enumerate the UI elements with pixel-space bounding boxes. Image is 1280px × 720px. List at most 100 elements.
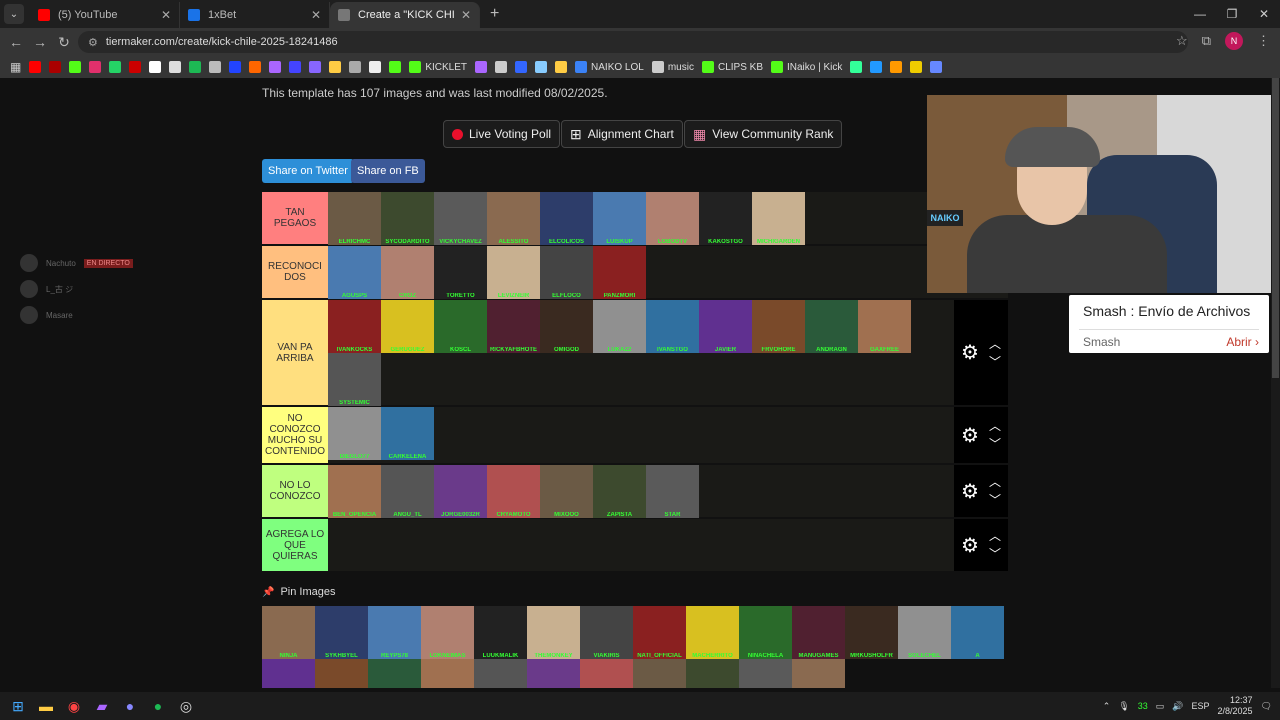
tier-item-image[interactable]: ANGU_TL bbox=[381, 465, 434, 518]
bookmark-icon[interactable] bbox=[930, 61, 943, 73]
bookmark-icon[interactable] bbox=[129, 61, 142, 73]
tier-label[interactable]: RECONOCI DOS bbox=[262, 246, 328, 298]
bookmark-icon[interactable] bbox=[535, 61, 548, 73]
tier-label[interactable]: NO CONOZCO MUCHO SU CONTENIDO bbox=[262, 407, 328, 463]
bookmark-item[interactable]: KICKLET bbox=[409, 61, 467, 73]
tier-item-image[interactable]: GAXFREE bbox=[858, 300, 911, 353]
tier-item-image[interactable]: K bbox=[792, 659, 845, 688]
tier-item-image[interactable]: MRKUSHOLFR bbox=[845, 606, 898, 659]
bookmark-star-icon[interactable]: ☆ bbox=[1176, 33, 1188, 49]
live-voting-poll-button[interactable]: Live Voting Poll bbox=[443, 120, 561, 148]
volume-icon[interactable]: 🔊 bbox=[1172, 701, 1183, 712]
restore-button[interactable]: ❐ bbox=[1216, 0, 1248, 28]
tier-item-image[interactable]: LEVIZNEIR bbox=[487, 246, 540, 299]
browser-tab[interactable]: 1xBet ✕ bbox=[180, 2, 330, 28]
tier-item-image[interactable]: KAKOSTGO bbox=[699, 192, 752, 245]
tier-item-image[interactable]: G bbox=[527, 659, 580, 688]
tier-items[interactable]: DIEGLO77 CARKELENA bbox=[328, 407, 1008, 463]
live-channel[interactable]: Masare bbox=[20, 302, 133, 328]
tier-item-image[interactable]: LUKAZ2 bbox=[593, 300, 646, 353]
spotify-icon[interactable]: ● bbox=[144, 692, 172, 720]
bookmark-icon[interactable] bbox=[109, 61, 122, 73]
tier-item-image[interactable]: NATI_OFFICIAL bbox=[633, 606, 686, 659]
tier-item-image[interactable]: FRVOHORE bbox=[752, 300, 805, 353]
tier-item-image[interactable]: BONNIOS bbox=[580, 659, 633, 688]
tier-item-image[interactable]: I bbox=[686, 659, 739, 688]
gear-icon[interactable]: ⚙ bbox=[961, 423, 979, 448]
tier-item-image[interactable]: TORETTO bbox=[434, 246, 487, 299]
tier-item-image[interactable]: MANUGAMES bbox=[792, 606, 845, 659]
clock[interactable]: 12:37 2/8/2025 bbox=[1218, 695, 1253, 717]
bookmark-icon[interactable] bbox=[870, 61, 883, 73]
chevron-down-icon[interactable]: ﹀ bbox=[989, 545, 1001, 563]
back-icon[interactable]: ← bbox=[4, 34, 28, 50]
bookmark-icon[interactable] bbox=[229, 61, 242, 73]
close-tab-icon[interactable]: ✕ bbox=[461, 8, 471, 22]
tier-label[interactable]: AGREGA LO QUE QUIERAS bbox=[262, 519, 328, 571]
tier-item-image[interactable]: B bbox=[262, 659, 315, 688]
tier-item-image[interactable]: CARKELENA bbox=[381, 407, 434, 460]
browser-tab[interactable]: (5) YouTube ✕ bbox=[30, 2, 180, 28]
gear-icon[interactable]: ⚙ bbox=[961, 533, 979, 558]
tier-item-image[interactable]: SYCODARDITO bbox=[381, 192, 434, 245]
tier-item-image[interactable]: SYSTEMIC bbox=[328, 353, 381, 406]
tier-item-image[interactable]: OMIGOD bbox=[540, 300, 593, 353]
tier-item-image[interactable]: GERUGUEZ bbox=[381, 300, 434, 353]
bookmark-icon[interactable] bbox=[29, 61, 42, 73]
tier-items[interactable]: BEN_OPENCIA ANGU_TL JORGE0032R CRYAMOTO MIXO… bbox=[328, 465, 1008, 518]
tier-item-image[interactable]: F bbox=[474, 659, 527, 688]
chevron-up-icon[interactable]: ︿ bbox=[989, 473, 1001, 491]
forward-icon[interactable]: → bbox=[28, 34, 52, 50]
tier-item-image[interactable]: H bbox=[633, 659, 686, 688]
tier-item-image[interactable]: NINJA bbox=[262, 606, 315, 659]
bookmark-item[interactable]: INaiko | Kick bbox=[771, 61, 842, 73]
tier-item-image[interactable]: ALESSITO bbox=[487, 192, 540, 245]
share-fb-button[interactable]: Share on FB bbox=[351, 159, 425, 183]
bookmark-icon[interactable] bbox=[169, 61, 182, 73]
chevron-down-icon[interactable]: ﹀ bbox=[989, 435, 1001, 453]
chevron-up-icon[interactable]: ︿ bbox=[989, 417, 1001, 435]
chevron-up-icon[interactable]: ︿ bbox=[989, 527, 1001, 545]
url-bar[interactable]: ⚙ tiermaker.com/create/kick-chile-2025-1… bbox=[78, 31, 1188, 53]
live-channel[interactable]: L_古 ジ bbox=[20, 276, 133, 302]
browser-menu-icon[interactable]: ⋮ bbox=[1257, 33, 1270, 49]
tier-item-image[interactable]: MICHIGARDEN bbox=[752, 192, 805, 245]
tier-item-image[interactable]: ELFLOCO bbox=[540, 246, 593, 299]
chevron-down-icon[interactable]: ﹀ bbox=[989, 491, 1001, 509]
tier-item-image[interactable]: A bbox=[951, 606, 1004, 659]
browser-tab[interactable]: Create a "KICK CHILE 2025" Tie ✕ bbox=[330, 2, 480, 28]
tier-item-image[interactable]: J bbox=[739, 659, 792, 688]
tier-item-image[interactable]: D bbox=[368, 659, 421, 688]
tier-item-image[interactable]: MIXOOO bbox=[540, 465, 593, 518]
tier-item-image[interactable]: SYKHBYEL bbox=[315, 606, 368, 659]
apps-icon[interactable]: ▦ bbox=[10, 60, 21, 74]
close-tab-icon[interactable]: ✕ bbox=[311, 8, 321, 22]
bookmark-icon[interactable] bbox=[149, 61, 162, 73]
tier-item-image[interactable]: LUISKUP bbox=[593, 192, 646, 245]
tier-item-image[interactable]: ELCOLICOS bbox=[540, 192, 593, 245]
tier-item-image[interactable]: AGUSPS bbox=[328, 246, 381, 299]
profile-avatar[interactable]: N bbox=[1225, 32, 1243, 50]
start-icon[interactable]: ⊞ bbox=[4, 692, 32, 720]
app-icon[interactable]: ▰ bbox=[88, 692, 116, 720]
tier-item-image[interactable]: BEN_OPENCIA bbox=[328, 465, 381, 518]
tier-item-image[interactable]: RICKYAFBHOTE bbox=[487, 300, 540, 353]
tier-item-image[interactable]: E bbox=[421, 659, 474, 688]
bookmark-icon[interactable] bbox=[555, 61, 568, 73]
bookmark-icon[interactable] bbox=[189, 61, 202, 73]
close-tab-icon[interactable]: ✕ bbox=[161, 8, 171, 22]
mic-icon[interactable]: 🎙 bbox=[1118, 701, 1129, 712]
reload-icon[interactable]: ↻ bbox=[52, 34, 76, 51]
bookmark-icon[interactable] bbox=[369, 61, 382, 73]
tier-item-image[interactable]: STAR bbox=[646, 465, 699, 518]
bookmark-icon[interactable] bbox=[890, 61, 903, 73]
open-button[interactable]: Abrir › bbox=[1226, 335, 1259, 349]
new-tab-button[interactable]: + bbox=[490, 5, 499, 23]
bookmark-item[interactable]: NAIKO LOL bbox=[575, 61, 644, 73]
tier-item-image[interactable]: NINACHELA bbox=[739, 606, 792, 659]
tier-item-image[interactable]: VIAKIRIS bbox=[580, 606, 633, 659]
tier-item-image[interactable]: DIEGLO77 bbox=[328, 407, 381, 460]
bookmark-icon[interactable] bbox=[89, 61, 102, 73]
tray-expand-icon[interactable]: ⌃ bbox=[1103, 701, 1111, 712]
bookmark-icon[interactable] bbox=[269, 61, 282, 73]
